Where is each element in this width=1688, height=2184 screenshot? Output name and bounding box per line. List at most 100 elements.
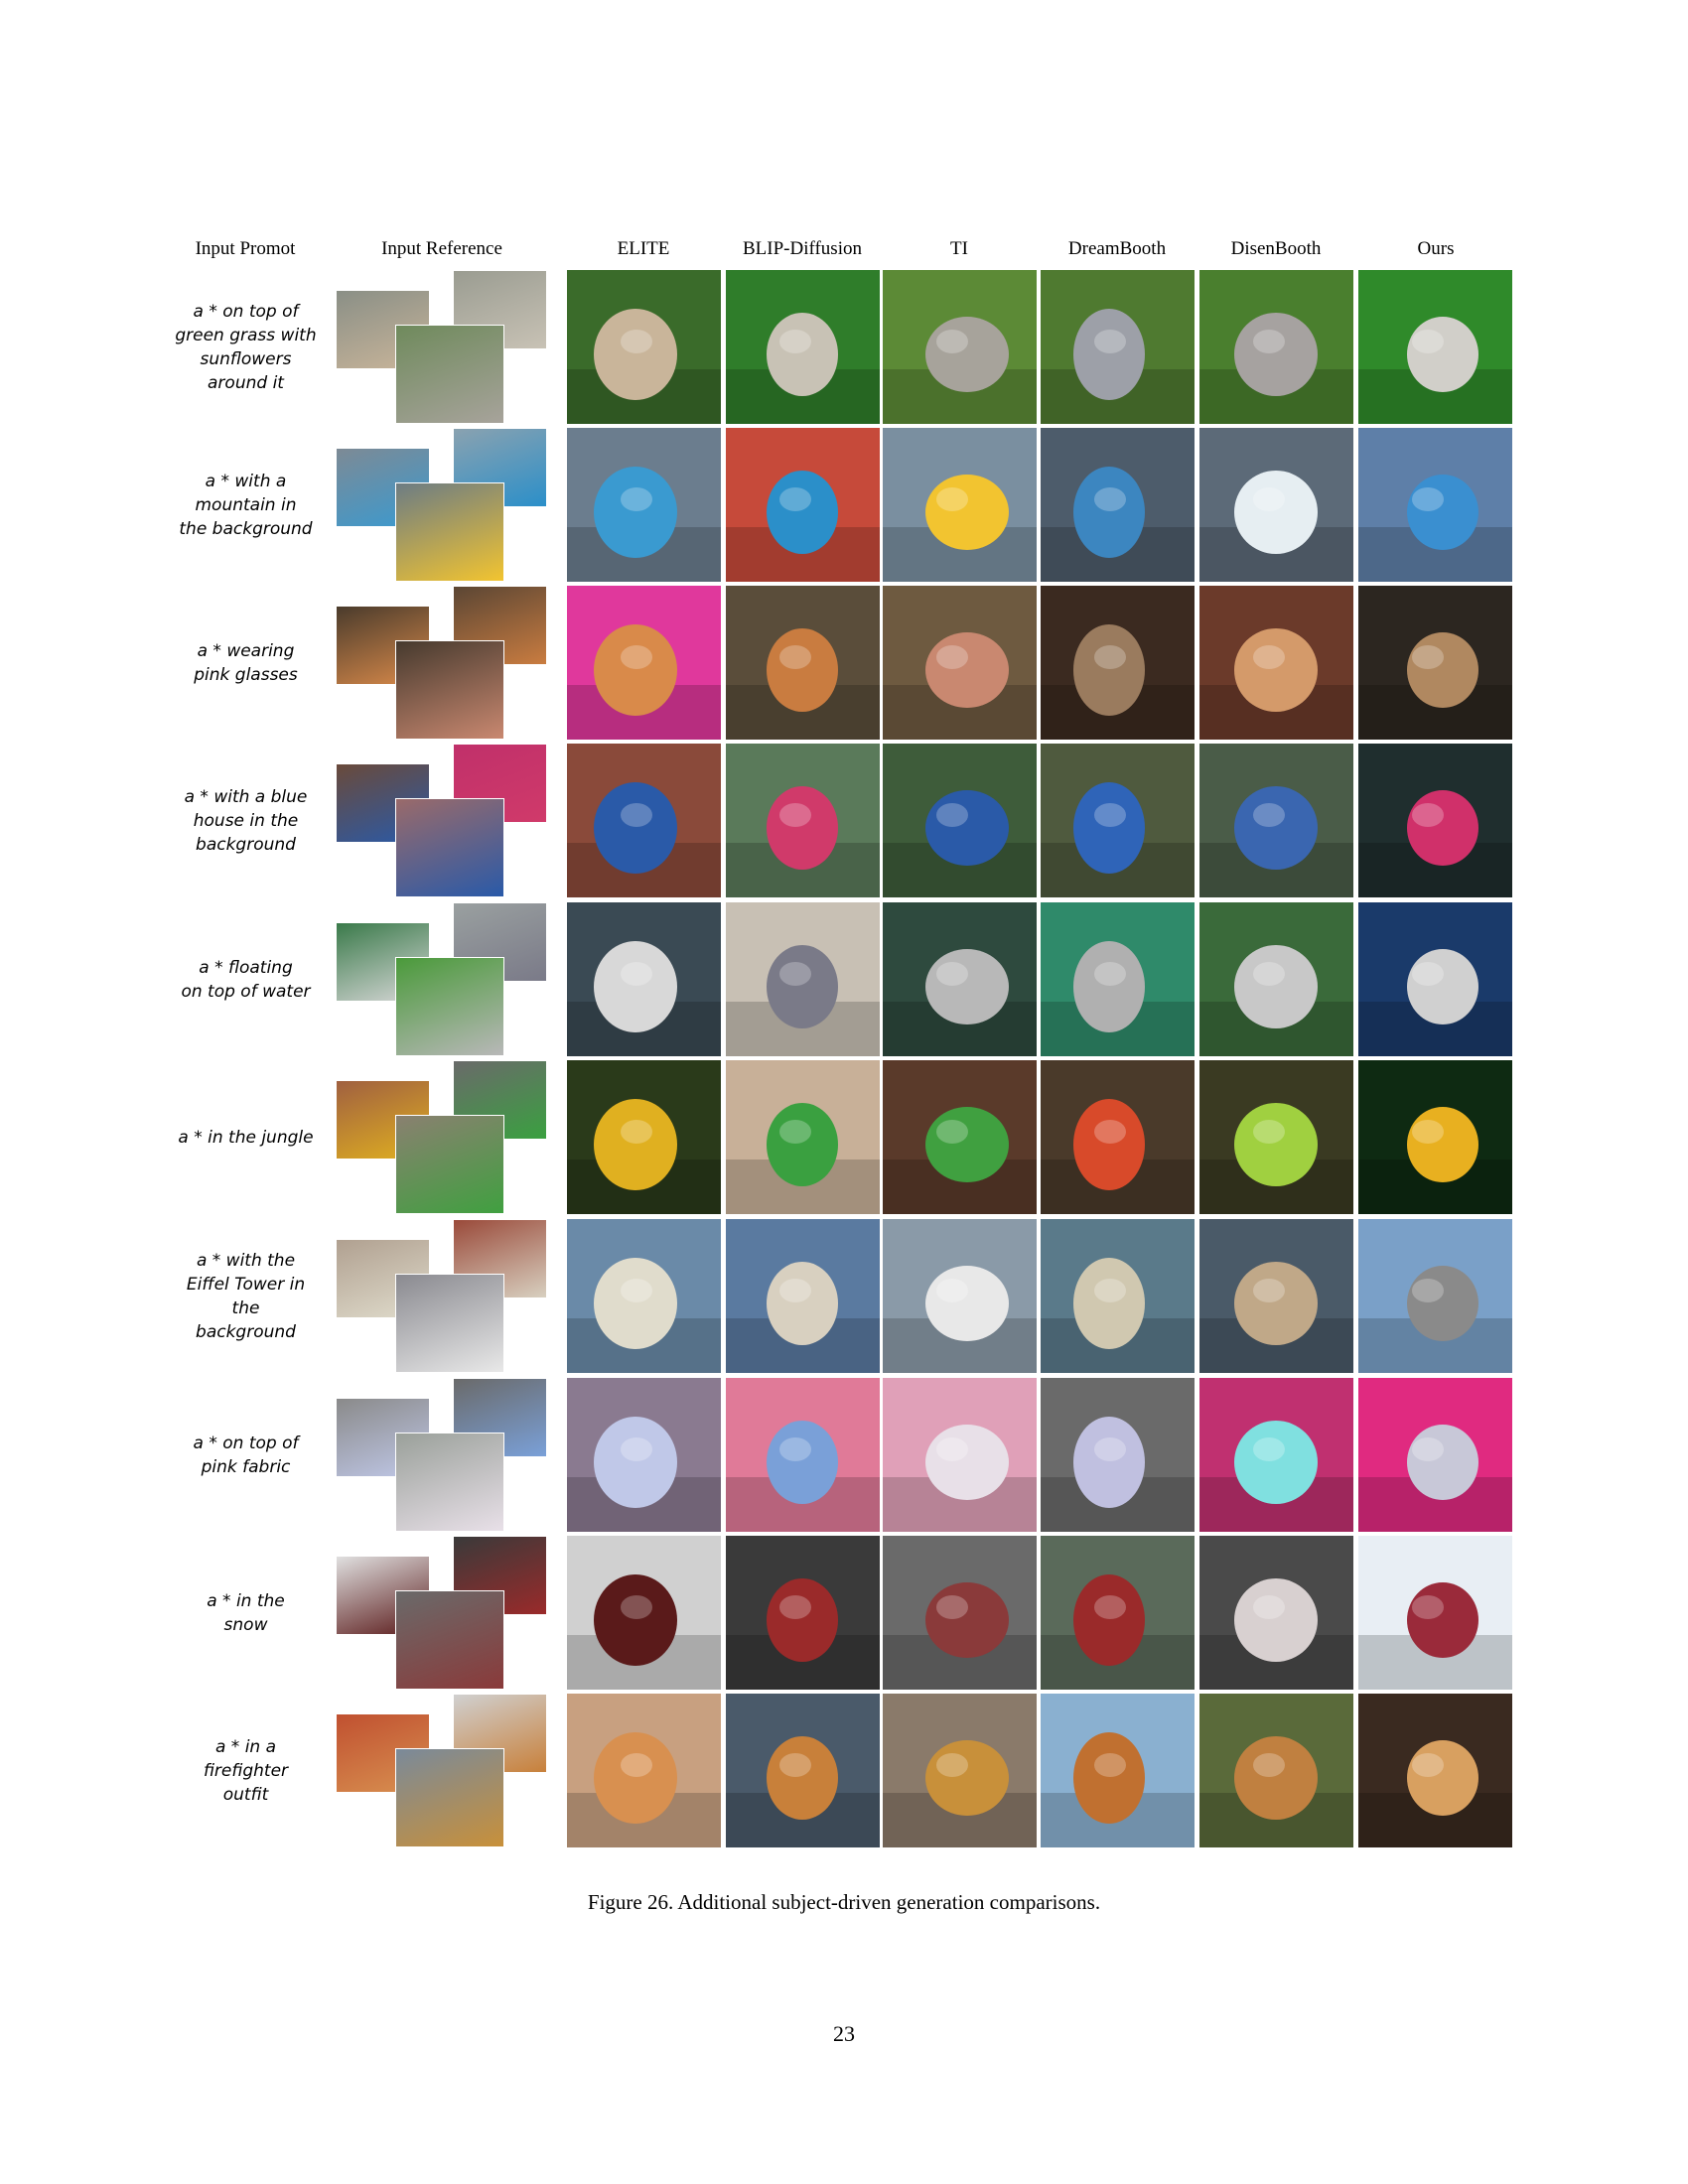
generated-image-dreambooth	[1041, 1694, 1195, 1847]
prompt-line: a * floating	[199, 957, 293, 978]
prompt-line: a * with a	[205, 471, 287, 491]
reference-image	[395, 957, 504, 1056]
generated-image-dreambooth	[1041, 744, 1195, 897]
prompt-line: a * in the	[207, 1590, 285, 1611]
generated-image-ours	[1358, 1378, 1512, 1532]
prompt-line: green grass with	[175, 325, 317, 345]
reference-image	[395, 1433, 504, 1532]
generated-image-ti	[883, 586, 1037, 740]
generated-image-blip-diffusion	[726, 428, 880, 582]
input-reference	[336, 1219, 554, 1373]
generated-image-ti	[883, 1378, 1037, 1532]
generated-image-ti	[883, 1219, 1037, 1373]
prompt-line: firefighter	[203, 1760, 289, 1781]
prompt-line: outfit	[222, 1784, 269, 1805]
reference-image	[395, 640, 504, 740]
input-reference	[336, 586, 554, 740]
generated-image-elite	[567, 1060, 721, 1214]
prompt-line: a * on top of	[193, 1433, 299, 1453]
input-prompt: a * on top of green grass with sunflowers a…	[159, 270, 333, 424]
generated-image-ti	[883, 428, 1037, 582]
prompt-line: around it	[208, 372, 284, 393]
generated-image-blip-diffusion	[726, 744, 880, 897]
generated-image-ours	[1358, 744, 1512, 897]
generated-image-elite	[567, 1694, 721, 1847]
prompt-line: background	[196, 1321, 296, 1342]
generated-image-elite	[567, 1219, 721, 1373]
generated-image-ours	[1358, 428, 1512, 582]
generated-image-dreambooth	[1041, 1219, 1195, 1373]
reference-image	[395, 1274, 504, 1373]
prompt-line: a * with the	[196, 1250, 296, 1271]
column-header: Input Promot	[195, 238, 296, 259]
generated-image-disenbooth	[1199, 902, 1353, 1056]
generated-image-disenbooth	[1199, 1378, 1353, 1532]
prompt-line: the background	[179, 518, 313, 539]
generated-image-ti	[883, 902, 1037, 1056]
input-prompt: a * floating on top of water	[159, 902, 333, 1056]
generated-image-blip-diffusion	[726, 902, 880, 1056]
generated-image-disenbooth	[1199, 586, 1353, 740]
generated-image-ti	[883, 270, 1037, 424]
generated-image-dreambooth	[1041, 1536, 1195, 1690]
input-prompt: a * with a mountain in the background	[159, 428, 333, 582]
generated-image-dreambooth	[1041, 1060, 1195, 1214]
reference-image	[395, 798, 504, 897]
generated-image-ours	[1358, 1060, 1512, 1214]
generated-image-disenbooth	[1199, 1060, 1353, 1214]
generated-image-blip-diffusion	[726, 270, 880, 424]
page-number: 23	[833, 2021, 855, 2046]
prompt-line: a * in the jungle	[178, 1127, 314, 1148]
prompt-line: pink fabric	[201, 1456, 291, 1477]
generated-image-elite	[567, 586, 721, 740]
column-header: Input Reference	[381, 238, 502, 259]
column-header: Ours	[1417, 238, 1455, 259]
input-prompt: a * in the jungle	[159, 1060, 333, 1214]
input-reference	[336, 1378, 554, 1532]
generated-image-blip-diffusion	[726, 1060, 880, 1214]
generated-image-ti	[883, 1060, 1037, 1214]
input-prompt: a * on top of pink fabric	[159, 1378, 333, 1532]
prompt-line: on top of water	[181, 981, 311, 1002]
input-prompt: a * with the Eiffel Tower in the background	[159, 1219, 333, 1373]
input-reference	[336, 744, 554, 897]
generated-image-blip-diffusion	[726, 586, 880, 740]
input-reference	[336, 1060, 554, 1214]
input-reference	[336, 902, 554, 1056]
prompt-line: a * in a	[214, 1736, 277, 1757]
generated-image-dreambooth	[1041, 586, 1195, 740]
generated-image-ours	[1358, 902, 1512, 1056]
generated-image-dreambooth	[1041, 428, 1195, 582]
input-prompt: a * wearing pink glasses	[159, 586, 333, 740]
generated-image-blip-diffusion	[726, 1694, 880, 1847]
generated-image-disenbooth	[1199, 428, 1353, 582]
reference-image	[395, 482, 504, 582]
generated-image-dreambooth	[1041, 902, 1195, 1056]
prompt-line: mountain in	[195, 494, 297, 515]
generated-image-ours	[1358, 1219, 1512, 1373]
input-reference	[336, 428, 554, 582]
prompt-line: a * with a blue	[184, 786, 308, 807]
input-reference	[336, 1536, 554, 1690]
input-prompt: a * with a blue house in the background	[159, 744, 333, 897]
prompt-line: a * wearing	[197, 640, 295, 661]
prompt-line: pink glasses	[194, 664, 298, 685]
generated-image-ours	[1358, 586, 1512, 740]
generated-image-dreambooth	[1041, 270, 1195, 424]
prompt-line: a * on top of	[193, 301, 299, 322]
generated-image-blip-diffusion	[726, 1536, 880, 1690]
generated-image-ti	[883, 1536, 1037, 1690]
generated-image-ours	[1358, 1694, 1512, 1847]
generated-image-disenbooth	[1199, 1694, 1353, 1847]
generated-image-blip-diffusion	[726, 1219, 880, 1373]
prompt-line: background	[196, 834, 296, 855]
generated-image-disenbooth	[1199, 1219, 1353, 1373]
generated-image-elite	[567, 270, 721, 424]
generated-image-dreambooth	[1041, 1378, 1195, 1532]
input-prompt: a * in a firefighter outfit	[159, 1694, 333, 1847]
input-prompt: a * in the snow	[159, 1536, 333, 1690]
generated-image-disenbooth	[1199, 744, 1353, 897]
generated-image-elite	[567, 744, 721, 897]
figure-caption: Figure 26. Additional subject-driven gen…	[587, 1890, 1101, 1914]
input-reference	[336, 1694, 554, 1847]
